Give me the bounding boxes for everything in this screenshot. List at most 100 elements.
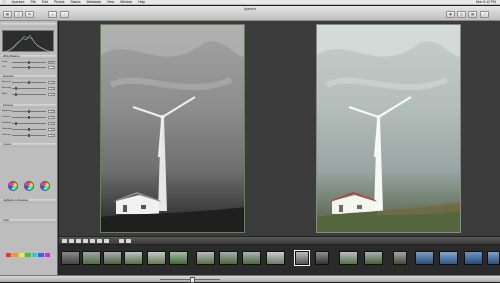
slider-knob[interactable] — [15, 87, 18, 90]
slider-label: Brightness — [2, 110, 13, 112]
swatch-green[interactable] — [25, 253, 31, 257]
thumbnail[interactable] — [415, 251, 434, 265]
swatch-yellow[interactable] — [18, 253, 25, 257]
red-eye-button[interactable] — [104, 239, 109, 243]
thumbnail[interactable] — [266, 251, 285, 265]
thumbnail-size-slider-knob[interactable] — [190, 277, 195, 283]
slider-value-field[interactable]: 0.0 — [48, 92, 55, 96]
slider-vibrancy[interactable]: Vibrancy 0.0 — [2, 133, 56, 137]
swatch-cyan[interactable] — [31, 253, 38, 257]
menu-aperture[interactable]: Aperture — [12, 0, 25, 4]
fullscreen-button[interactable]: ⤢ — [480, 11, 489, 18]
thumbnail[interactable] — [487, 251, 500, 265]
crop-button[interactable] — [83, 239, 88, 243]
slider-tint[interactable]: Tint 0 — [2, 65, 56, 69]
clock[interactable]: Mon 5:12 PM — [476, 0, 496, 4]
browser-button[interactable]: ▦ — [468, 11, 477, 18]
thumbnail[interactable] — [196, 251, 215, 265]
slider-knob[interactable] — [28, 81, 30, 84]
grid-icon: ▦ — [471, 12, 474, 16]
split-view-button[interactable]: ◫ — [457, 11, 466, 18]
rotate-right-button[interactable] — [69, 239, 74, 243]
slider-knob[interactable] — [28, 128, 30, 131]
apple-icon[interactable]:  — [3, 0, 6, 4]
section-enhance[interactable]: Enhance — [1, 104, 56, 108]
section-white-balance[interactable]: White Balance — [1, 55, 56, 59]
previous-image-button[interactable] — [119, 239, 124, 243]
import-button[interactable]: ↓ — [60, 11, 69, 18]
color-wheel-highlights[interactable] — [40, 181, 50, 191]
slider-value-field[interactable]: 0.0 — [48, 86, 55, 90]
slider-value-field[interactable]: 0.0 — [48, 133, 55, 137]
slider-knob[interactable] — [15, 122, 18, 125]
slider-exposure[interactable]: Exposure 0.0 — [2, 80, 56, 84]
menu-edit[interactable]: Edit — [42, 0, 48, 4]
metadata-button[interactable]: ⓘ — [14, 11, 23, 18]
retouch-button[interactable] — [90, 239, 95, 243]
menu-file[interactable]: File — [31, 0, 36, 4]
menu-help[interactable]: Help — [138, 0, 145, 4]
color-swatches — [6, 253, 50, 257]
slider-value-field[interactable]: 0.0 — [48, 109, 55, 113]
slider-value-field[interactable]: 0.0 — [48, 121, 55, 125]
thumbnail[interactable] — [124, 251, 143, 265]
section-curves[interactable]: Curves — [1, 143, 56, 147]
viewer-mode-button[interactable]: ▣ — [446, 11, 455, 18]
thumbnail[interactable] — [61, 251, 80, 265]
slider-definition[interactable]: Definition 0.0 — [2, 121, 56, 125]
photo-left-selected[interactable] — [100, 24, 245, 233]
slider-recovery[interactable]: Recovery 0.0 — [2, 86, 56, 90]
library-button[interactable]: ▦ — [3, 11, 12, 18]
thumbnail[interactable] — [82, 251, 101, 265]
section-exposure[interactable]: Exposure — [1, 75, 56, 79]
slider-contrast[interactable]: Contrast 0.0 — [2, 115, 56, 119]
section-color[interactable]: Color — [1, 219, 56, 223]
menu-metadata[interactable]: Metadata — [87, 0, 101, 4]
swatch-magenta[interactable] — [44, 253, 50, 257]
thumbnail[interactable] — [219, 251, 238, 265]
slider-value-field[interactable]: 0.0 — [48, 80, 55, 84]
slider-knob[interactable] — [28, 110, 30, 113]
thumbnail[interactable] — [339, 251, 358, 265]
color-wheel-midtones[interactable] — [24, 181, 34, 191]
slider-brightness[interactable]: Brightness 0.0 — [2, 109, 56, 113]
menu-stacks[interactable]: Stacks — [70, 0, 80, 4]
thumbnail[interactable] — [393, 251, 407, 265]
new-project-button[interactable]: + — [48, 11, 57, 18]
slider-knob[interactable] — [28, 61, 30, 64]
swatch-red[interactable] — [6, 253, 12, 257]
slider-value-field[interactable]: 1.0 — [48, 127, 55, 131]
slider-knob[interactable] — [28, 116, 30, 119]
section-highlights-shadows[interactable]: Highlights & Shadows — [1, 199, 56, 203]
thumbnail-selected[interactable] — [294, 250, 310, 266]
slider-knob[interactable] — [28, 66, 30, 69]
photo-right-original[interactable] — [316, 24, 461, 233]
slider-black[interactable]: Black 0.0 — [2, 92, 56, 96]
rotate-left-button[interactable] — [62, 239, 67, 243]
thumbnail[interactable] — [315, 251, 329, 265]
thumbnail[interactable] — [464, 251, 483, 265]
thumbnail[interactable] — [103, 251, 122, 265]
slider-value-field[interactable]: 0 — [48, 65, 55, 69]
slider-value-field[interactable]: 0.0 — [48, 115, 55, 119]
straighten-button[interactable] — [76, 239, 81, 243]
menu-photos[interactable]: Photos — [54, 0, 65, 4]
slider-knob[interactable] — [15, 93, 18, 96]
swatch-orange[interactable] — [12, 253, 18, 257]
slider-value-field[interactable]: 5000 — [48, 60, 55, 64]
menu-view[interactable]: View — [107, 0, 114, 4]
swatch-blue[interactable] — [38, 253, 44, 257]
thumbnail[interactable] — [439, 251, 458, 265]
lift-stamp-button[interactable] — [97, 239, 102, 243]
slider-saturation[interactable]: Saturation 1.0 — [2, 127, 56, 131]
thumbnail[interactable] — [242, 251, 261, 265]
thumbnail[interactable] — [364, 251, 383, 265]
slider-temp[interactable]: Temp 5000 — [2, 60, 56, 64]
adjustments-button[interactable]: ⚙ — [25, 11, 34, 18]
slider-knob[interactable] — [28, 134, 30, 137]
next-image-button[interactable] — [126, 239, 131, 243]
thumbnail[interactable] — [147, 251, 166, 265]
thumbnail[interactable] — [169, 251, 188, 265]
menu-window[interactable]: Window — [120, 0, 132, 4]
color-wheel-shadows[interactable] — [8, 181, 18, 191]
